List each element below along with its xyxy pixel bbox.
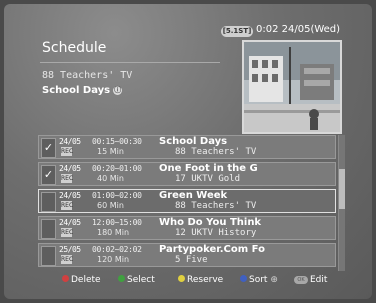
row-program: Partypoker.Com Fo xyxy=(159,244,265,255)
row-checkbox[interactable]: ✓ xyxy=(41,138,56,158)
row-time: 12:00~15:00 xyxy=(92,218,142,227)
red-button-icon xyxy=(62,275,69,282)
select-label: Select xyxy=(127,275,155,285)
schedule-list: ✓ 24/05 REC 00:15~00:30 15 Min School Da… xyxy=(38,135,345,271)
preview-image xyxy=(244,42,340,132)
edit-label: Edit xyxy=(310,275,328,285)
sort-icon: ⊕ xyxy=(270,275,278,285)
row-checkbox[interactable]: ✓ xyxy=(41,165,56,185)
delete-label: Delete xyxy=(71,275,101,285)
tv-screen: [5.1ST] 0:02 24/05(Wed) Schedule 88 Teac… xyxy=(4,4,372,299)
schedule-row[interactable]: 25/05 REC 00:02~02:02 120 Min Partypoker… xyxy=(38,243,336,267)
title-divider xyxy=(40,62,220,63)
row-checkbox[interactable] xyxy=(41,192,56,212)
row-time: 00:02~02:02 xyxy=(92,245,142,254)
row-date: 24/05 xyxy=(59,218,81,227)
row-channel: 17 UKTV Gold xyxy=(175,174,241,184)
current-program-label: School Days xyxy=(42,85,111,96)
row-duration: 40 Min xyxy=(97,174,124,183)
blue-button-icon xyxy=(240,275,247,282)
reserve-label: Reserve xyxy=(187,275,224,285)
record-icon: REC xyxy=(61,228,74,237)
row-duration: 60 Min xyxy=(97,201,124,210)
row-program: School Days xyxy=(159,136,228,147)
edit-key[interactable]: OK Edit xyxy=(294,275,327,285)
row-checkbox[interactable] xyxy=(41,246,56,266)
row-date: 24/05 xyxy=(59,164,81,173)
row-channel: 5 Five xyxy=(175,255,208,265)
row-channel: 12 UKTV History xyxy=(175,228,257,238)
schedule-row[interactable]: 24/05 REC 12:00~15:00 180 Min Who Do You… xyxy=(38,216,336,240)
audio-badge: [5.1ST] xyxy=(221,26,253,37)
row-duration: 15 Min xyxy=(97,147,124,156)
page-title: Schedule xyxy=(42,40,107,56)
green-button-icon xyxy=(118,275,125,282)
row-checkbox[interactable] xyxy=(41,219,56,239)
row-time: 00:20~01:00 xyxy=(92,164,142,173)
sort-key[interactable]: Sort ⊕ xyxy=(240,275,278,285)
clock: 0:02 24/05(Wed) xyxy=(256,24,341,35)
yellow-button-icon xyxy=(178,275,185,282)
row-channel: 88 Teachers' TV xyxy=(175,147,257,157)
row-channel: 88 Teachers' TV xyxy=(175,201,257,211)
row-time: 01:00~02:00 xyxy=(92,191,142,200)
record-icon: REC xyxy=(61,255,74,264)
select-key[interactable]: Select xyxy=(118,275,155,285)
row-duration: 120 Min xyxy=(97,255,130,264)
button-legend: Delete Select Reserve Sort ⊕ OK Edit xyxy=(4,275,372,289)
current-channel: 88 Teachers' TV xyxy=(42,70,133,81)
row-program: Green Week xyxy=(159,190,228,201)
row-program: One Foot in the G xyxy=(159,163,258,174)
list-scrollbar[interactable] xyxy=(338,135,345,271)
row-date: 25/05 xyxy=(59,245,81,254)
row-date: 24/05 xyxy=(59,137,81,146)
current-program: School Days ⓘ xyxy=(42,85,123,96)
row-duration: 180 Min xyxy=(97,228,130,237)
reserve-key[interactable]: Reserve xyxy=(178,275,223,285)
scrollbar-thumb[interactable] xyxy=(339,169,345,209)
record-icon: REC xyxy=(61,201,74,210)
ok-button-icon: OK xyxy=(294,276,308,284)
row-program: Who Do You Think xyxy=(159,217,262,228)
delete-key[interactable]: Delete xyxy=(62,275,101,285)
schedule-row[interactable]: ✓ 24/05 REC 00:20~01:00 40 Min One Foot … xyxy=(38,162,336,186)
row-time: 00:15~00:30 xyxy=(92,137,142,146)
schedule-row-selected[interactable]: 24/05 REC 01:00~02:00 60 Min Green Week … xyxy=(38,189,336,213)
sort-label: Sort xyxy=(249,275,268,285)
row-date: 24/05 xyxy=(59,191,81,200)
record-icon: REC xyxy=(61,174,74,183)
live-preview xyxy=(242,40,342,134)
schedule-row[interactable]: ✓ 24/05 REC 00:15~00:30 15 Min School Da… xyxy=(38,135,336,159)
record-icon: REC xyxy=(61,147,74,156)
info-icon[interactable]: ⓘ xyxy=(113,86,123,95)
